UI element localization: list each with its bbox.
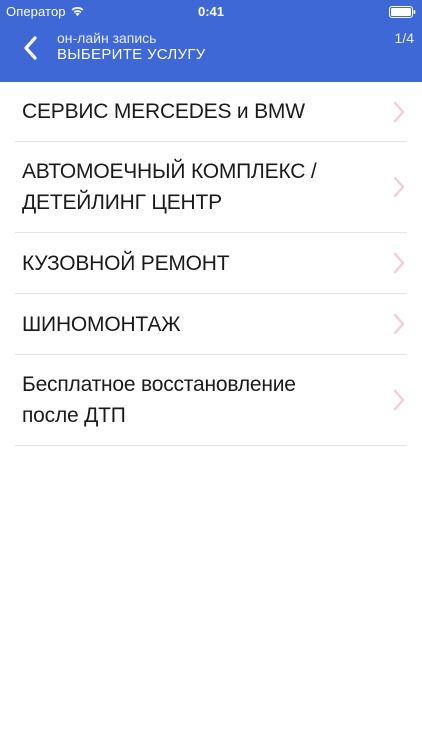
- service-item-tire-service[interactable]: ШИНОМОНТАЖ: [15, 294, 407, 355]
- service-item-free-accident-restoration[interactable]: Бесплатное восстановление после ДТП: [15, 355, 407, 446]
- service-item-mercedes-bmw[interactable]: СЕРВИС MERCEDES и BMW: [15, 82, 407, 142]
- service-item-body-repair[interactable]: КУЗОВНОЙ РЕМОНТ: [15, 233, 407, 294]
- service-list: СЕРВИС MERCEDES и BMW АВТОМОЕЧНЫЙ КОМПЛЕ…: [0, 82, 422, 446]
- back-button[interactable]: [12, 30, 48, 66]
- nav-subtitle: он-лайн запись: [57, 30, 157, 46]
- service-label: АВТОМОЕЧНЫЙ КОМПЛЕКС / ДЕТЕЙЛИНГ ЦЕНТР: [22, 160, 317, 214]
- service-label: Бесплатное восстановление после ДТП: [22, 373, 296, 427]
- chevron-right-icon: [393, 252, 405, 274]
- chevron-left-icon: [24, 36, 37, 60]
- service-label: ШИНОМОНТАЖ: [22, 312, 181, 336]
- service-label: СЕРВИС MERCEDES и BMW: [22, 100, 305, 123]
- service-label: КУЗОВНОЙ РЕМОНТ: [22, 251, 230, 275]
- status-bar: Оператор 0:41: [0, 0, 422, 24]
- battery-icon: [389, 6, 416, 18]
- page-title: ВЫБЕРИТЕ УСЛУГУ: [57, 46, 206, 63]
- step-counter: 1/4: [394, 30, 414, 46]
- chevron-right-icon: [393, 389, 405, 411]
- service-item-car-wash-detailing[interactable]: АВТОМОЕЧНЫЙ КОМПЛЕКС / ДЕТЕЙЛИНГ ЦЕНТР: [15, 142, 407, 233]
- chevron-right-icon: [393, 176, 405, 198]
- header: Оператор 0:41 он-лайн запись ВЫБЕРИТЕ УС…: [0, 0, 422, 82]
- screen: Оператор 0:41 он-лайн запись ВЫБЕРИТЕ УС…: [0, 0, 422, 750]
- chevron-right-icon: [393, 313, 405, 335]
- nav-bar: он-лайн запись ВЫБЕРИТЕ УСЛУГУ 1/4: [0, 24, 422, 82]
- chevron-right-icon: [393, 101, 405, 122]
- clock: 0:41: [197, 4, 225, 19]
